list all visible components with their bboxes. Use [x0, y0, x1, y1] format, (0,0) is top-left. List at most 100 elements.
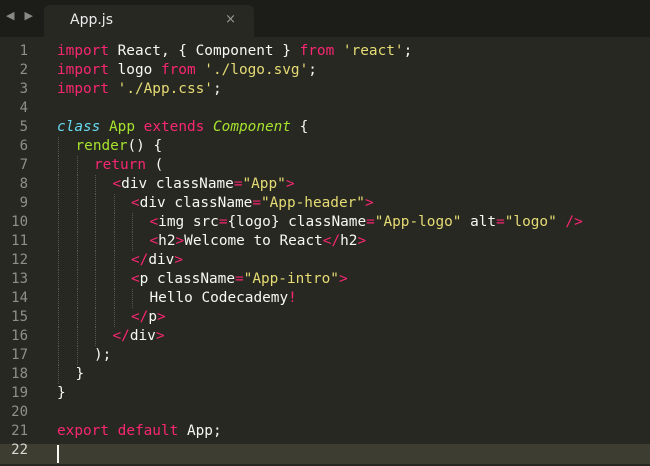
code-line: <div className="App">: [113, 175, 295, 194]
code-token: extends: [144, 119, 205, 135]
line-number: 15: [0, 308, 28, 327]
code-token: />: [565, 214, 582, 230]
code-editor[interactable]: import React, { Component } from 'react'…: [57, 42, 650, 466]
indent-guide: [58, 251, 59, 270]
close-icon[interactable]: ×: [225, 12, 236, 27]
code-token: Hello Codecademy: [150, 290, 289, 306]
code-token: logo: [109, 62, 161, 78]
code-token: Welcome to React: [184, 233, 323, 249]
indent-guide: [77, 213, 78, 232]
line-number: 9: [0, 194, 28, 213]
code-line: <div className="App-header">: [131, 194, 374, 213]
code-token: className: [279, 214, 366, 230]
code-token: alt: [461, 214, 496, 230]
indent-guide: [114, 270, 115, 289]
code-line: render() {: [76, 137, 163, 156]
code-token: [100, 119, 109, 135]
code-line: </div>: [113, 327, 165, 346]
code-token: Component: [213, 119, 291, 135]
tab-bar: ◀ ▶ App.js ×: [0, 0, 650, 37]
indent-guide: [114, 251, 115, 270]
indent-guide: [132, 213, 133, 232]
code-token: return: [94, 157, 146, 173]
code-token: </: [113, 328, 130, 344]
code-token: =: [366, 214, 375, 230]
line-number: 2: [0, 61, 28, 80]
code-token: class: [57, 119, 100, 135]
code-token: ;: [308, 62, 317, 78]
indent-guide: [114, 232, 115, 251]
code-token: default: [118, 423, 179, 439]
indent-guide: [77, 327, 78, 346]
code-token: >: [339, 271, 348, 287]
code-token: [196, 62, 205, 78]
code-line: Hello Codecademy!: [150, 289, 297, 308]
indent-guide: [114, 213, 115, 232]
indent-guide: [77, 270, 78, 289]
code-token: =: [496, 214, 505, 230]
line-number: 16: [0, 327, 28, 346]
code-token: className: [166, 195, 253, 211]
indent-guide: [77, 194, 78, 213]
line-number: 3: [0, 80, 28, 99]
indent-guide: [114, 308, 115, 327]
code-token: h2: [158, 233, 175, 249]
code-token: [135, 119, 144, 135]
line-number: 8: [0, 175, 28, 194]
code-token: p: [148, 309, 157, 325]
line-number: 4: [0, 99, 28, 118]
code-token: >: [286, 176, 295, 192]
indent-guide: [95, 194, 96, 213]
code-token: import: [57, 43, 109, 59]
code-token: <: [131, 195, 140, 211]
indent-guide: [58, 194, 59, 213]
code-token: from: [300, 43, 335, 59]
line-number: 6: [0, 137, 28, 156]
code-token: >: [174, 252, 183, 268]
tab-app-js[interactable]: App.js ×: [44, 5, 254, 37]
code-token: }: [76, 366, 85, 382]
code-token: className: [148, 271, 235, 287]
code-token: src: [184, 214, 219, 230]
code-token: !: [288, 290, 297, 306]
indent-guide: [58, 232, 59, 251]
code-token: ;: [404, 43, 413, 59]
code-token: className: [147, 176, 234, 192]
indent-guide: [95, 289, 96, 308]
code-token: h2: [340, 233, 357, 249]
code-token: App: [109, 119, 135, 135]
indent-guide: [58, 346, 59, 365]
line-number: 20: [0, 403, 28, 422]
line-number: 13: [0, 270, 28, 289]
code-line: import React, { Component } from 'react'…: [57, 42, 412, 61]
line-number: 7: [0, 156, 28, 175]
code-token: >: [365, 195, 374, 211]
code-token: import: [57, 81, 109, 97]
indent-guide: [58, 175, 59, 194]
code-line: <img src={logo} className="App-logo" alt…: [150, 213, 583, 232]
triangle-left-icon[interactable]: ◀: [6, 9, 14, 27]
line-number: 1: [0, 42, 28, 61]
indent-guide: [95, 175, 96, 194]
code-token: </: [131, 252, 148, 268]
triangle-right-icon[interactable]: ▶: [24, 9, 32, 27]
code-line: }: [76, 365, 85, 384]
code-token: <: [150, 233, 159, 249]
code-token: "App-logo": [375, 214, 462, 230]
code-token: }: [57, 385, 66, 401]
line-number: 5: [0, 118, 28, 137]
code-token: );: [94, 347, 111, 363]
indent-guide: [77, 346, 78, 365]
indent-guide: [95, 213, 96, 232]
code-line: return (: [94, 156, 163, 175]
line-number: 17: [0, 346, 28, 365]
code-token: ;: [213, 81, 222, 97]
indent-guide: [95, 327, 96, 346]
code-token: from: [161, 62, 196, 78]
code-line: );: [94, 346, 111, 365]
code-token: "App": [242, 176, 285, 192]
code-token: [334, 43, 343, 59]
code-token: div: [148, 252, 174, 268]
line-number: 10: [0, 213, 28, 232]
code-token: </: [323, 233, 340, 249]
